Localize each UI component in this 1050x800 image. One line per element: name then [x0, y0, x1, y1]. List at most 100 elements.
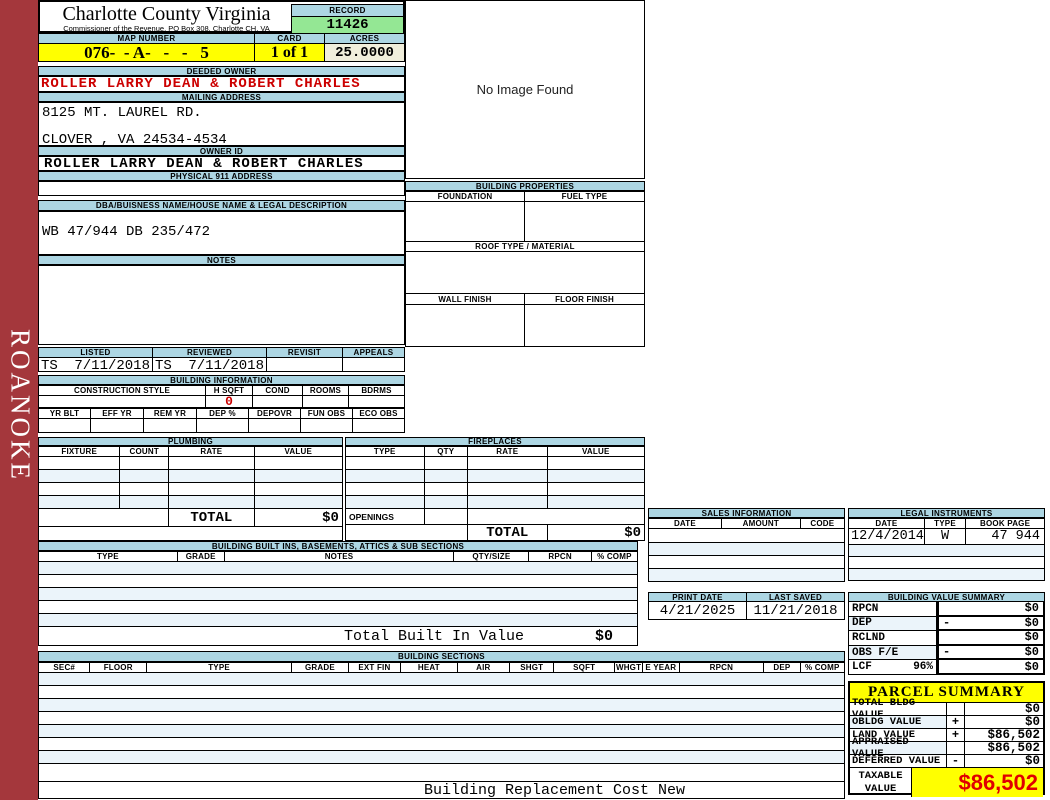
ps-deferred-op: - — [947, 754, 965, 768]
taxable-value-amount: $86,502 — [912, 768, 1043, 797]
sales-amount-header: AMOUNT — [721, 518, 801, 529]
depovr-label: DEPOVR — [249, 408, 301, 419]
bs-heat-header: HEAT — [401, 662, 458, 673]
bs-sec-header: SEC# — [38, 662, 91, 673]
plumbing-rate-header: RATE — [169, 446, 255, 457]
fireplaces-type-header: TYPE — [345, 446, 425, 457]
yr-blt-label: YR BLT — [38, 408, 91, 419]
record-label: RECORD — [291, 4, 404, 17]
building-sections-row — [38, 725, 845, 738]
fun-obs-label: FUN OBS — [301, 408, 353, 419]
legal-row — [848, 545, 1045, 557]
bvs-rpcn-value: $0 — [937, 601, 1045, 617]
building-sections-row — [38, 686, 845, 699]
ps-appraised-label: APPRAISED VALUE — [850, 736, 947, 760]
yr-blt-value — [38, 419, 91, 433]
bvs-dep-label: DEP — [848, 616, 937, 632]
mailing-line1: 8125 MT. LAUREL RD. — [42, 105, 202, 121]
building-value-summary: BUILDING VALUE SUMMARY RPCN $0 DEP - $0 R… — [848, 592, 1045, 675]
building-sections-row — [38, 751, 845, 764]
sales-row — [648, 569, 845, 582]
fireplaces-table: FIREPLACES TYPE QTY RATE VALUE OPENINGS … — [345, 437, 645, 541]
fireplaces-title: FIREPLACES — [345, 437, 645, 446]
legal-description-box: WB 47/944 DB 235/472 — [38, 211, 405, 255]
building-information-title: BUILDING INFORMATION — [38, 375, 405, 385]
county-title: Charlotte County Virginia — [62, 3, 271, 25]
bvs-rclnd-label: RCLND — [848, 631, 937, 646]
floor-finish-value — [525, 305, 645, 347]
cond-value — [253, 396, 303, 408]
bvs-dep-value: - $0 — [937, 616, 1045, 632]
wall-finish-value — [405, 305, 525, 347]
built-ins-table: BUILDING BUILT INS, BASEMENTS, ATTICS & … — [38, 541, 638, 646]
roof-label: ROOF TYPE / MATERIAL — [405, 242, 645, 252]
foundation-value — [405, 202, 525, 242]
deeded-owner-label: DEEDED OWNER — [38, 66, 405, 76]
bdrms-value — [349, 396, 405, 408]
sales-title: SALES INFORMATION — [648, 508, 845, 518]
bs-eyear-header: E YEAR — [643, 662, 680, 673]
construction-style-label: CONSTRUCTION STYLE — [38, 385, 206, 396]
print-date-value: 4/21/2025 — [648, 602, 747, 620]
fireplaces-total-label: TOTAL — [468, 525, 548, 541]
fireplaces-total-value: $0 — [547, 525, 645, 541]
fireplaces-openings-label: OPENINGS — [345, 509, 425, 525]
revisit-value — [267, 358, 343, 372]
listed-date: 7/11/2018 — [74, 358, 150, 374]
h-sqft-value: 0 — [206, 394, 253, 409]
deeded-owner-value: ROLLER LARRY DEAN & ROBERT CHARLES — [38, 76, 405, 92]
floor-finish-label: FLOOR FINISH — [525, 294, 645, 305]
legal-row-bookpage: 47 944 — [966, 529, 1045, 545]
building-sections-row — [38, 764, 845, 782]
mailing-line2: CLOVER , VA 24534-4534 — [42, 132, 227, 148]
sales-code-header: CODE — [800, 518, 845, 529]
fun-obs-value — [301, 419, 353, 433]
building-sections-row — [38, 699, 845, 712]
built-ins-rpcn-header: RPCN — [529, 551, 592, 562]
plumbing-row — [38, 470, 343, 483]
building-properties-panel: BUILDING PROPERTIES FOUNDATION FUEL TYPE… — [405, 181, 645, 347]
rem-yr-value — [144, 419, 197, 433]
building-sections-row — [38, 712, 845, 725]
listed-value: TS 7/11/2018 — [38, 358, 153, 374]
ps-land-op: + — [947, 728, 965, 742]
plumbing-row — [38, 483, 343, 496]
eff-yr-label: EFF YR — [91, 408, 144, 419]
ps-deferred-value: $0 — [965, 754, 1043, 768]
plumbing-value-header: VALUE — [254, 446, 343, 457]
owner-id-value: ROLLER LARRY DEAN & ROBERT CHARLES — [38, 156, 405, 172]
sales-information-table: SALES INFORMATION DATE AMOUNT CODE — [648, 508, 845, 582]
built-ins-type-header: TYPE — [38, 551, 178, 562]
legal-row-date: 12/4/2014 — [848, 529, 925, 545]
bvs-lcf-value: $0 — [937, 660, 1045, 675]
built-ins-title: BUILDING BUILT INS, BASEMENTS, ATTICS & … — [38, 541, 638, 551]
building-information-panel: BUILDING INFORMATION CONSTRUCTION STYLE … — [38, 375, 405, 433]
built-ins-row — [38, 614, 638, 627]
dba-label: DBA/BUISNESS NAME/HOUSE NAME & LEGAL DES… — [38, 200, 405, 211]
legal-date-header: DATE — [848, 518, 925, 529]
sales-row — [648, 543, 845, 556]
legal-type-header: TYPE — [924, 518, 967, 529]
plumbing-total-label: TOTAL — [169, 509, 255, 527]
bvs-lcf-label: LCF 96% — [848, 660, 937, 675]
sales-row — [648, 529, 845, 543]
last-saved-value: 11/21/2018 — [747, 602, 845, 620]
plumbing-count-header: COUNT — [120, 446, 170, 457]
eco-obs-label: ECO OBS — [353, 408, 405, 419]
eco-obs-value — [353, 419, 405, 433]
plumbing-table: PLUMBING FIXTURE COUNT RATE VALUE TOTAL … — [38, 437, 343, 541]
dates-strip: PRINT DATE LAST SAVED 4/21/2025 11/21/20… — [648, 592, 845, 620]
reviewed-value: TS 7/11/2018 — [153, 358, 267, 374]
reviewed-date: 7/11/2018 — [188, 358, 264, 374]
built-ins-grade-header: GRADE — [177, 551, 225, 562]
plumbing-total-value: $0 — [254, 509, 343, 527]
appeals-label: APPEALS — [343, 347, 405, 358]
building-sections-row — [38, 738, 845, 751]
parcel-summary: PARCEL SUMMARY TOTAL BLDG VALUE $0 OBLDG… — [848, 681, 1045, 797]
eff-yr-value — [91, 419, 144, 433]
bs-sqft-header: SQFT — [554, 662, 615, 673]
mailing-address-box: 8125 MT. LAUREL RD. CLOVER , VA 24534-45… — [38, 102, 405, 148]
bs-grade-header: GRADE — [292, 662, 349, 673]
plumbing-spacer-row — [38, 527, 343, 541]
built-ins-row — [38, 588, 638, 601]
